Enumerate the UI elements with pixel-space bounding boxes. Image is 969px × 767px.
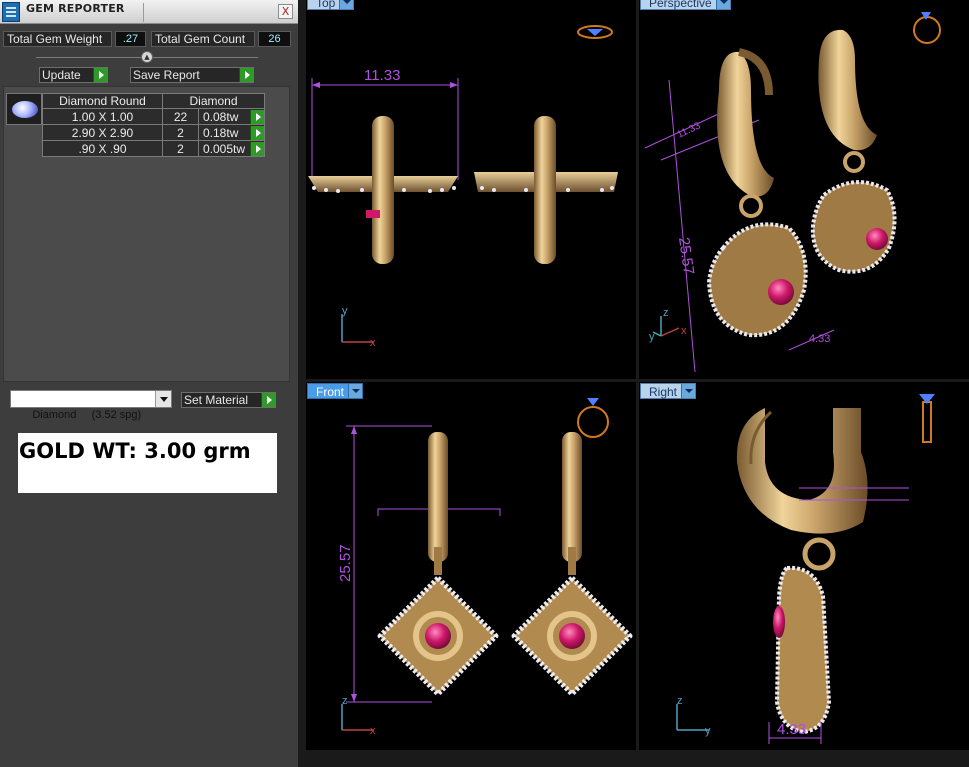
gem-weight-cell: 0.18tw bbox=[198, 124, 265, 141]
gem-weight: 0.005tw bbox=[203, 141, 246, 156]
right-dimension-label: 4.33 bbox=[777, 721, 806, 738]
update-button[interactable]: Update bbox=[39, 67, 108, 83]
material-select[interactable]: Diamond (3.52 spg) bbox=[10, 390, 172, 421]
front-viewport[interactable]: 25.57 x z Front bbox=[306, 382, 636, 750]
set-material-button-label: Set Material bbox=[184, 393, 249, 407]
persp-axis-y: y bbox=[649, 331, 655, 343]
row-play-button[interactable] bbox=[250, 126, 264, 140]
gem-reporter-icon bbox=[2, 2, 20, 22]
perspective-view-canvas: 25.57 4.33 11.33 x y z bbox=[644, 12, 941, 373]
ring-view-icon bbox=[577, 406, 609, 438]
persp-axis-z: z bbox=[663, 307, 669, 319]
update-button-label: Update bbox=[42, 68, 81, 82]
gem-count: 2 bbox=[162, 140, 199, 157]
play-arrow-icon bbox=[261, 393, 275, 407]
chevron-down-icon bbox=[155, 391, 171, 407]
front-view-canvas: 25.57 x z bbox=[337, 398, 633, 737]
tab-perspective-label: Perspective bbox=[649, 0, 712, 10]
row-play-button[interactable] bbox=[250, 142, 264, 156]
persp-height-label: 25.57 bbox=[675, 236, 697, 276]
gem-table: Diamond Round Diamond 1.00 X 1.00 22 0.0… bbox=[42, 93, 265, 157]
gem-size: 1.00 X 1.00 bbox=[42, 108, 163, 125]
gem-size: 2.90 X 2.90 bbox=[42, 124, 163, 141]
ring-view-icon bbox=[913, 16, 941, 44]
right-viewport[interactable]: 4.33 y z Right bbox=[639, 382, 969, 750]
panel-titlebar[interactable]: GEM REPORTER X bbox=[0, 0, 298, 24]
right-view-canvas: 4.33 y z bbox=[676, 394, 935, 744]
gem-count: 2 bbox=[162, 124, 199, 141]
panel-title: GEM REPORTER bbox=[26, 2, 125, 15]
close-button[interactable]: X bbox=[278, 4, 293, 19]
gem-weight-cell: 0.08tw bbox=[198, 108, 265, 125]
tab-top[interactable]: Top bbox=[307, 0, 355, 10]
tab-front-label: Front bbox=[316, 385, 345, 399]
gem-weight-cell: 0.005tw bbox=[198, 140, 265, 157]
front-axis-x: x bbox=[370, 725, 376, 737]
chevron-down-icon[interactable] bbox=[681, 384, 696, 398]
front-axis-z: z bbox=[342, 695, 348, 707]
gem-size: .90 X .90 bbox=[42, 140, 163, 157]
viewport-grid: 11.33 x y Top 25.57 4.33 11.33 x y z Per… bbox=[298, 0, 969, 767]
collapse-button[interactable]: ▲ bbox=[141, 51, 153, 63]
chevron-down-icon[interactable] bbox=[715, 0, 730, 9]
table-row[interactable]: 2.90 X 2.90 2 0.18tw bbox=[42, 124, 265, 141]
top-axis-y: y bbox=[342, 305, 348, 317]
round-diamond-thumbnail[interactable] bbox=[6, 93, 42, 125]
titlebar-divider bbox=[143, 3, 144, 22]
header-gem-type: Diamond bbox=[162, 93, 265, 109]
gem-table-header: Diamond Round Diamond bbox=[42, 93, 265, 109]
tab-top-label: Top bbox=[316, 0, 336, 10]
gem-count: 22 bbox=[162, 108, 199, 125]
gem-weight: 0.18tw bbox=[203, 125, 239, 140]
right-axis-y: y bbox=[705, 725, 711, 737]
row-play-button[interactable] bbox=[250, 110, 264, 124]
tab-perspective[interactable]: Perspective bbox=[640, 0, 731, 10]
front-dimension-label: 25.57 bbox=[337, 544, 354, 582]
persp-width-label: 4.33 bbox=[809, 333, 830, 345]
save-report-button[interactable]: Save Report bbox=[130, 67, 254, 83]
total-gem-weight-label: Total Gem Weight bbox=[3, 31, 112, 47]
play-arrow-icon bbox=[239, 68, 253, 82]
top-axis-x: x bbox=[370, 337, 376, 349]
perspective-viewport[interactable]: 25.57 4.33 11.33 x y z Perspective bbox=[639, 0, 969, 379]
set-material-button[interactable]: Set Material bbox=[181, 392, 276, 408]
top-dimension-label: 11.33 bbox=[364, 67, 400, 84]
persp-top-label: 11.33 bbox=[676, 120, 703, 140]
material-select-value: Diamond (3.52 spg) bbox=[32, 409, 142, 421]
chevron-down-icon[interactable] bbox=[339, 0, 354, 9]
chevron-down-icon[interactable] bbox=[348, 384, 363, 398]
save-report-button-label: Save Report bbox=[133, 68, 200, 82]
gem-reporter-panel: GEM REPORTER X Total Gem Weight .27 Tota… bbox=[0, 0, 298, 767]
top-view-canvas: 11.33 x y bbox=[308, 25, 618, 349]
tab-right-label: Right bbox=[649, 385, 678, 399]
table-row[interactable]: .90 X .90 2 0.005tw bbox=[42, 140, 265, 157]
total-gem-count-value: 26 bbox=[258, 31, 291, 47]
gold-weight-note: GOLD WT: 3.00 grm bbox=[18, 433, 277, 493]
ring-side-view-icon bbox=[922, 401, 932, 443]
diamond-icon bbox=[12, 101, 38, 118]
table-row[interactable]: 1.00 X 1.00 22 0.08tw bbox=[42, 108, 265, 125]
gem-weight: 0.08tw bbox=[203, 109, 239, 124]
app-window: GEM REPORTER X Total Gem Weight .27 Tota… bbox=[0, 0, 969, 767]
top-viewport[interactable]: 11.33 x y Top bbox=[306, 0, 636, 379]
tab-front[interactable]: Front bbox=[307, 383, 364, 399]
play-arrow-icon bbox=[93, 68, 107, 82]
right-axis-z: z bbox=[677, 695, 683, 707]
header-gem-shape: Diamond Round bbox=[42, 93, 163, 109]
persp-axis-x: x bbox=[681, 325, 687, 337]
total-gem-count-label: Total Gem Count bbox=[151, 31, 255, 47]
tab-right[interactable]: Right bbox=[640, 383, 697, 399]
total-gem-weight-value: .27 bbox=[115, 31, 146, 47]
